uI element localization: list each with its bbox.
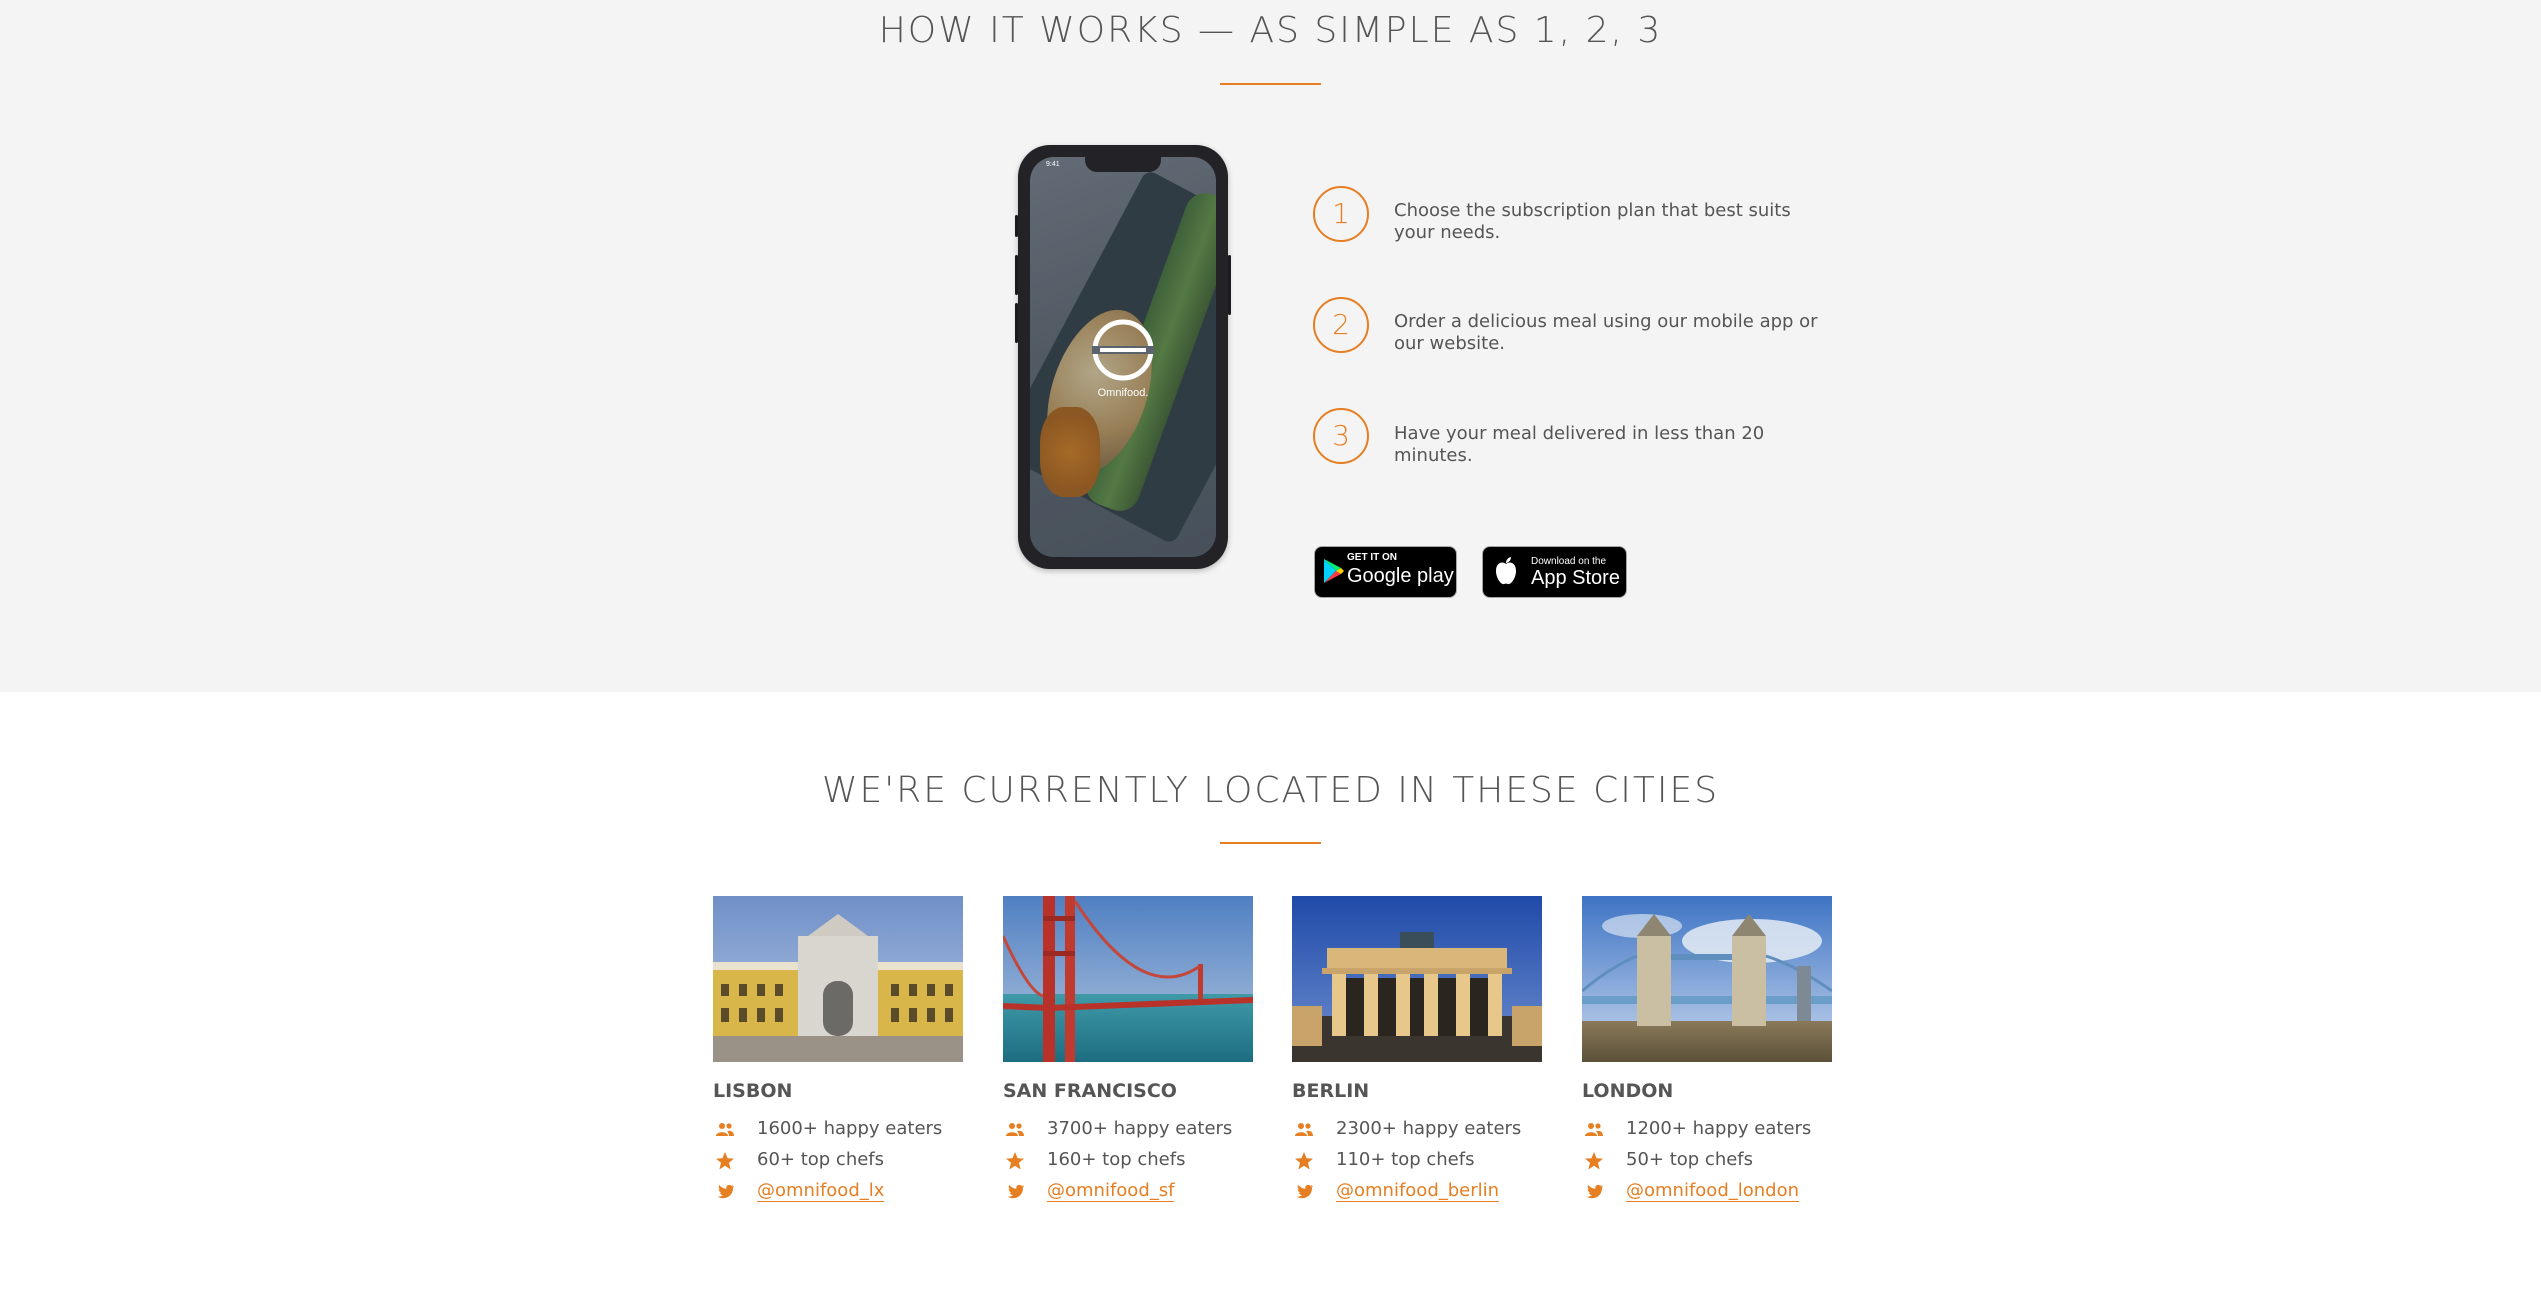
twitter-link[interactable]: @omnifood_berlin: [1336, 1180, 1500, 1202]
cities-title: WE'RE CURRENTLY LOCATED IN THESE CITIES: [821, 770, 1720, 811]
apple-icon: [1496, 557, 1516, 585]
people-icon: [1295, 1123, 1313, 1136]
chefs-text: 50+ top chefs: [1626, 1149, 1754, 1170]
star-icon: [1585, 1152, 1603, 1170]
city-card-san-francisco: SAN FRANCISCO 3700+ happy eaters 160+ to…: [1003, 896, 1253, 1206]
twitter-icon: [1586, 1184, 1603, 1199]
twitter-link[interactable]: @omnifood_london: [1626, 1180, 1800, 1202]
chefs-text: 110+ top chefs: [1336, 1149, 1475, 1170]
chefs-text: 60+ top chefs: [757, 1149, 885, 1170]
city-twitter: @omnifood_london: [1582, 1180, 1842, 1204]
step-text: Choose the subscription plan that best s…: [1394, 200, 1791, 243]
star-icon: [1295, 1152, 1313, 1170]
city-card-london: LONDON 1200+ happy eaters 50+ top chefs …: [1582, 896, 1832, 1206]
step-text: Have your meal delivered in less than 20…: [1394, 423, 1765, 466]
google-play-small-label: GET IT ON: [1347, 552, 1397, 563]
app-store-button[interactable]: Download on the App Store: [1482, 546, 1627, 598]
twitter-icon: [1296, 1184, 1313, 1199]
title-underline: [1220, 842, 1321, 844]
city-eaters: 2300+ happy eaters: [1292, 1118, 1552, 1142]
step-text: Order a delicious meal using our mobile …: [1394, 311, 1818, 354]
star-icon: [716, 1152, 734, 1170]
step-number: 3: [1313, 408, 1369, 464]
cities-section: WE'RE CURRENTLY LOCATED IN THESE CITIES: [0, 692, 2541, 1293]
city-photo-san-francisco: [1003, 896, 1253, 1062]
twitter-link[interactable]: @omnifood_lx: [757, 1180, 885, 1202]
city-card-lisbon: LISBON 1600+ happy eaters 60+ top chefs …: [713, 896, 963, 1206]
star-icon: [1006, 1152, 1024, 1170]
city-chefs: 60+ top chefs: [713, 1149, 973, 1173]
city-name: LONDON: [1582, 1080, 1674, 1102]
step-number: 2: [1313, 297, 1369, 353]
city-photo-berlin: [1292, 896, 1542, 1062]
eaters-text: 2300+ happy eaters: [1336, 1118, 1522, 1139]
step-number: 1: [1313, 186, 1369, 242]
title-underline: [1220, 83, 1321, 85]
phone-screen: 9:41 Omnifood.: [1030, 157, 1216, 557]
city-twitter: @omnifood_sf: [1003, 1180, 1263, 1204]
step-3: 3 Have your meal delivered in less than …: [1313, 408, 1873, 468]
eaters-text: 1200+ happy eaters: [1626, 1118, 1812, 1139]
city-twitter: @omnifood_berlin: [1292, 1180, 1552, 1204]
people-icon: [1006, 1123, 1024, 1136]
eaters-text: 1600+ happy eaters: [757, 1118, 943, 1139]
step-1: 1 Choose the subscription plan that best…: [1313, 186, 1873, 246]
city-card-berlin: BERLIN 2300+ happy eaters 110+ top chefs…: [1292, 896, 1542, 1206]
how-it-works-title: HOW IT WORKS — AS SIMPLE AS 1, 2, 3: [878, 10, 1663, 51]
twitter-text: @omnifood_lx: [757, 1180, 885, 1202]
twitter-icon: [1007, 1184, 1024, 1199]
app-store-small-label: Download on the: [1531, 556, 1607, 567]
city-photo-lisbon: [713, 896, 963, 1062]
step-2: 2 Order a delicious meal using our mobil…: [1313, 297, 1873, 357]
people-icon: [1585, 1123, 1603, 1136]
twitter-text: @omnifood_london: [1626, 1180, 1800, 1202]
eaters-text: 3700+ happy eaters: [1047, 1118, 1233, 1139]
city-chefs: 50+ top chefs: [1582, 1149, 1842, 1173]
city-name: BERLIN: [1292, 1080, 1370, 1102]
city-chefs: 160+ top chefs: [1003, 1149, 1263, 1173]
app-store-label: App Store: [1531, 567, 1620, 589]
google-play-button[interactable]: GET IT ON Google play: [1314, 546, 1457, 598]
chefs-text: 160+ top chefs: [1047, 1149, 1186, 1170]
twitter-link[interactable]: @omnifood_sf: [1047, 1180, 1175, 1202]
city-name: LISBON: [713, 1080, 793, 1102]
omnifood-logo-icon: [1092, 319, 1154, 381]
city-name: SAN FRANCISCO: [1003, 1080, 1177, 1102]
twitter-text: @omnifood_sf: [1047, 1180, 1175, 1202]
google-play-label: Google play: [1347, 565, 1454, 587]
city-chefs: 110+ top chefs: [1292, 1149, 1552, 1173]
phone-clock: 9:41: [1046, 161, 1060, 168]
city-eaters: 1600+ happy eaters: [713, 1118, 973, 1142]
city-twitter: @omnifood_lx: [713, 1180, 973, 1204]
city-eaters: 1200+ happy eaters: [1582, 1118, 1842, 1142]
twitter-text: @omnifood_berlin: [1336, 1180, 1500, 1202]
city-photo-london: [1582, 896, 1832, 1062]
phone-brand: Omnifood.: [1097, 387, 1149, 399]
phone-mockup: 9:41 Omnifood.: [1015, 145, 1231, 569]
city-eaters: 3700+ happy eaters: [1003, 1118, 1263, 1142]
twitter-icon: [717, 1184, 734, 1199]
how-it-works-section: HOW IT WORKS — AS SIMPLE AS 1, 2, 3 9:41…: [0, 0, 2541, 692]
people-icon: [716, 1123, 734, 1136]
google-play-icon: [1324, 559, 1344, 583]
